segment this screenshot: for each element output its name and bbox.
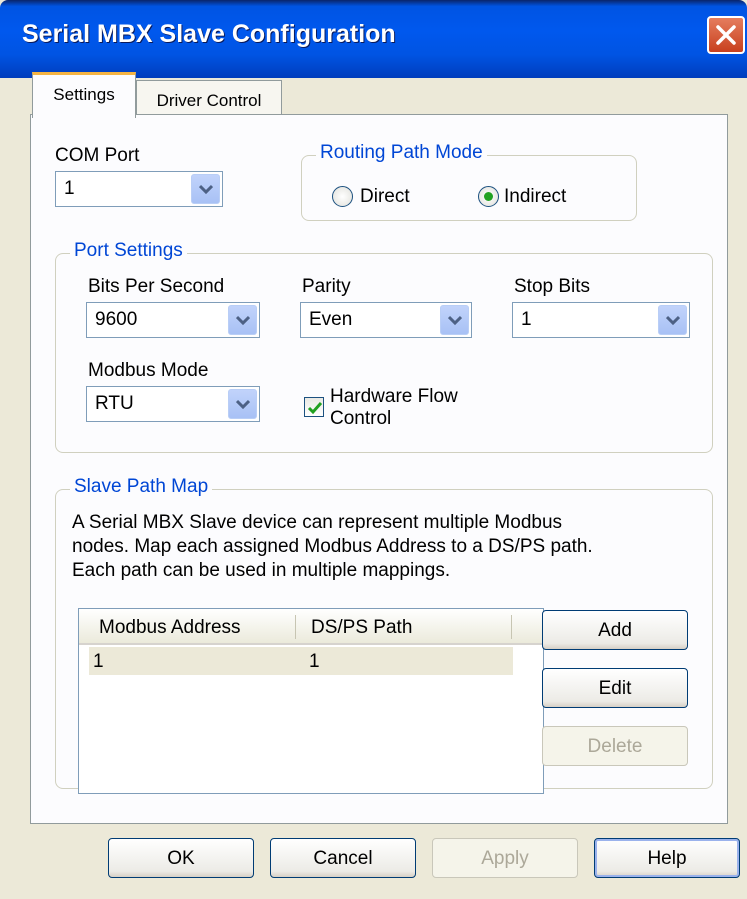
com-port-dropdown-button[interactable] — [191, 174, 220, 204]
window-title: Serial MBX Slave Configuration — [22, 20, 396, 48]
table-header: Modbus Address DS/PS Path — [79, 609, 543, 645]
modbus-mode-label: Modbus Mode — [88, 360, 209, 381]
chevron-down-icon — [666, 315, 680, 326]
parity-select[interactable]: Even — [300, 302, 472, 338]
modbus-mode-value: RTU — [95, 393, 134, 414]
chevron-down-icon — [236, 315, 250, 326]
help-button[interactable]: Help — [594, 838, 740, 878]
slave-path-map-table[interactable]: Modbus Address DS/PS Path 1 1 — [78, 608, 544, 794]
stop-bits-select[interactable]: 1 — [512, 302, 690, 338]
ok-button[interactable]: OK — [108, 838, 254, 878]
slave-path-map-description-line3: Each path can be used in multiple mappin… — [72, 560, 451, 581]
apply-button-label: Apply — [481, 848, 529, 869]
direct-radio[interactable] — [332, 186, 353, 207]
chevron-down-icon — [236, 399, 250, 410]
dialog-window: Serial MBX Slave Configuration Settings … — [0, 0, 747, 899]
indirect-radio-label: Indirect — [504, 186, 567, 207]
hardware-flow-control-checkbox[interactable] — [304, 397, 324, 417]
port-settings-legend: Port Settings — [70, 240, 187, 262]
port-settings-group: Port Settings Bits Per Second 9600 Parit… — [55, 240, 713, 453]
cell-ds-ps-path: 1 — [309, 651, 320, 672]
add-button-label: Add — [598, 620, 632, 641]
direct-radio-label: Direct — [360, 186, 410, 207]
help-button-label: Help — [647, 848, 687, 869]
slave-path-map-description-line2: nodes. Map each assigned Modbus Address … — [72, 536, 593, 557]
delete-button[interactable]: Delete — [542, 726, 688, 766]
com-port-select[interactable]: 1 — [55, 171, 223, 207]
add-button[interactable]: Add — [542, 610, 688, 650]
bits-per-second-dropdown-button[interactable] — [228, 305, 257, 335]
column-header-ds-ps-path[interactable]: DS/PS Path — [311, 617, 412, 639]
chevron-down-icon — [199, 184, 213, 195]
slave-path-map-legend: Slave Path Map — [70, 476, 213, 498]
cancel-button[interactable]: Cancel — [270, 838, 416, 878]
tab-driver-control-label: Driver Control — [156, 91, 262, 110]
parity-dropdown-button[interactable] — [440, 305, 469, 335]
column-separator[interactable] — [511, 615, 512, 639]
parity-value: Even — [309, 309, 353, 330]
close-button[interactable] — [707, 16, 745, 54]
checkmark-icon — [307, 402, 323, 415]
edit-button-label: Edit — [598, 678, 632, 699]
stop-bits-label: Stop Bits — [514, 276, 591, 297]
column-header-modbus-address[interactable]: Modbus Address — [99, 617, 241, 639]
bits-per-second-select[interactable]: 9600 — [86, 302, 260, 338]
table-row[interactable]: 1 1 — [89, 647, 513, 675]
chevron-down-icon — [448, 315, 462, 326]
delete-button-label: Delete — [587, 736, 643, 757]
modbus-mode-dropdown-button[interactable] — [228, 389, 257, 419]
com-port-label: COM Port — [55, 145, 140, 166]
edit-button[interactable]: Edit — [542, 668, 688, 708]
title-bar[interactable]: Serial MBX Slave Configuration — [0, 0, 747, 78]
radio-selected-dot — [484, 192, 493, 201]
routing-path-mode-legend: Routing Path Mode — [316, 142, 487, 164]
close-icon — [716, 25, 736, 45]
ok-button-label: OK — [167, 848, 195, 869]
bits-per-second-value: 9600 — [95, 309, 138, 330]
routing-path-mode-group: Routing Path Mode Direct Indirect — [301, 142, 637, 221]
modbus-mode-select[interactable]: RTU — [86, 386, 260, 422]
hardware-flow-control-label-line2: Control — [330, 408, 392, 429]
com-port-value: 1 — [64, 178, 75, 199]
hardware-flow-control-label-line1: Hardware Flow — [330, 386, 458, 407]
slave-path-map-description-line1: A Serial MBX Slave device can represent … — [72, 512, 563, 533]
cell-modbus-address: 1 — [93, 651, 104, 672]
indirect-radio[interactable] — [478, 186, 499, 207]
bits-per-second-label: Bits Per Second — [88, 276, 225, 297]
cancel-button-label: Cancel — [313, 848, 373, 869]
stop-bits-dropdown-button[interactable] — [658, 305, 687, 335]
column-separator[interactable] — [295, 615, 296, 639]
parity-label: Parity — [302, 276, 351, 297]
stop-bits-value: 1 — [521, 309, 532, 330]
tab-settings[interactable]: Settings — [32, 72, 136, 118]
apply-button[interactable]: Apply — [432, 838, 578, 878]
tab-settings-label: Settings — [53, 85, 115, 104]
